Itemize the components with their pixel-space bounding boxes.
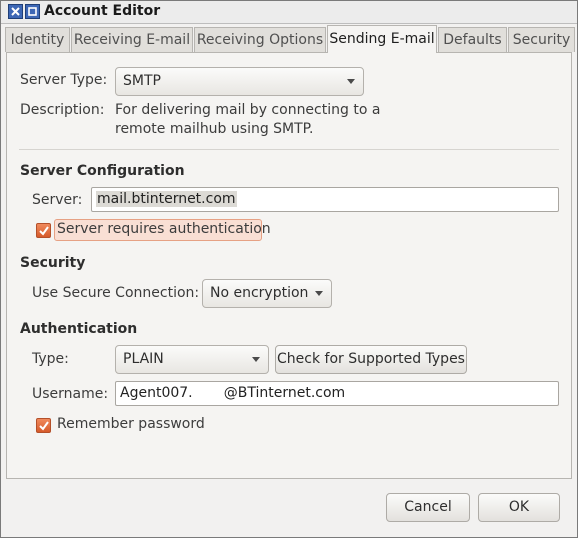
- chevron-down-icon: [252, 357, 260, 362]
- tab-sending-email[interactable]: Sending E-mail: [327, 25, 437, 53]
- server-input[interactable]: mail.btinternet.com: [91, 187, 559, 212]
- username-input[interactable]: Agent007. @BTinternet.com: [115, 381, 559, 406]
- tab-identity[interactable]: Identity: [5, 27, 70, 52]
- secure-connection-value: No encryption: [210, 285, 309, 301]
- chevron-down-icon: [347, 79, 355, 84]
- username-label: Username:: [32, 386, 109, 402]
- auth-type-combo[interactable]: PLAIN: [115, 345, 269, 374]
- requires-auth-label[interactable]: Server requires authentication: [57, 221, 271, 237]
- tab-defaults[interactable]: Defaults: [438, 27, 507, 52]
- chevron-down-icon: [315, 291, 323, 296]
- close-icon[interactable]: [8, 4, 23, 19]
- tab-receiving-email[interactable]: Receiving E-mail: [71, 27, 193, 52]
- account-editor-window: Account Editor Identity Receiving E-mail…: [0, 0, 578, 538]
- description-line-1: For delivering mail by connecting to a: [115, 102, 381, 118]
- cancel-button[interactable]: Cancel: [386, 493, 470, 522]
- security-heading: Security: [20, 255, 86, 271]
- secure-connection-combo[interactable]: No encryption: [202, 279, 332, 308]
- server-type-label: Server Type:: [20, 72, 108, 88]
- remember-password-checkbox[interactable]: [36, 418, 51, 433]
- server-type-value: SMTP: [123, 73, 161, 89]
- tab-receiving-options[interactable]: Receiving Options: [194, 27, 326, 52]
- server-type-combo[interactable]: SMTP: [115, 67, 364, 96]
- ok-button[interactable]: OK: [478, 493, 560, 522]
- secure-connection-label: Use Secure Connection:: [32, 285, 200, 301]
- title-bar: Account Editor: [1, 1, 577, 24]
- server-configuration-heading: Server Configuration: [20, 163, 185, 179]
- auth-type-value: PLAIN: [123, 351, 164, 367]
- description-line-2: remote mailhub using SMTP.: [115, 121, 314, 137]
- auth-type-label: Type:: [32, 351, 69, 367]
- maximize-icon[interactable]: [25, 4, 40, 19]
- check-supported-types-button[interactable]: Check for Supported Types: [275, 345, 467, 374]
- window-title: Account Editor: [44, 3, 161, 19]
- separator: [19, 149, 559, 150]
- tab-bar: Identity Receiving E-mail Receiving Opti…: [5, 25, 575, 53]
- description-label: Description:: [20, 102, 105, 118]
- server-label: Server:: [32, 192, 83, 208]
- tab-security[interactable]: Security: [508, 27, 575, 52]
- remember-password-label[interactable]: Remember password: [57, 416, 205, 432]
- requires-auth-checkbox[interactable]: [36, 223, 51, 238]
- server-value: mail.btinternet.com: [96, 191, 237, 207]
- sending-email-panel: Server Type: SMTP Description: For deliv…: [6, 52, 572, 479]
- username-value: Agent007. @BTinternet.com: [120, 385, 346, 401]
- authentication-heading: Authentication: [20, 321, 138, 337]
